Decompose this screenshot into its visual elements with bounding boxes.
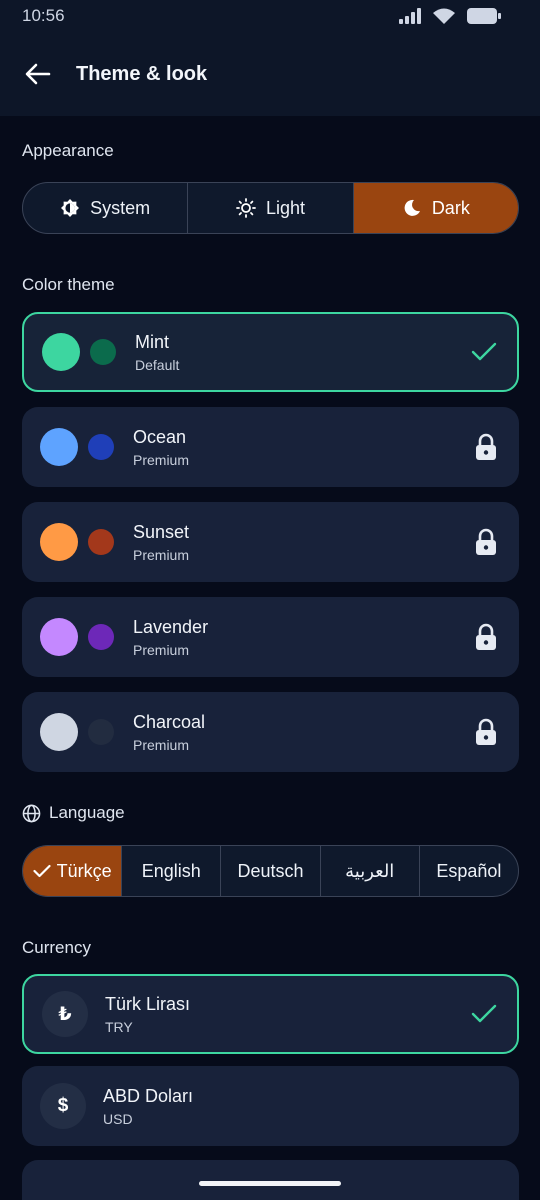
check-icon	[32, 864, 51, 878]
theme-subtitle: Default	[135, 356, 180, 373]
language-label: Türkçe	[56, 860, 112, 881]
theme-card-mint[interactable]: Mint Default	[22, 312, 519, 392]
language-title-row: Language	[22, 803, 125, 823]
appearance-selector: System Light Dark	[22, 182, 519, 234]
wifi-icon	[433, 8, 455, 24]
appearance-option-dark[interactable]: Dark	[353, 183, 518, 233]
theme-name: Sunset	[133, 521, 190, 542]
currency-title: Currency	[22, 938, 91, 957]
theme-secondary-swatch	[88, 434, 114, 460]
theme-subtitle: Premium	[133, 546, 190, 563]
theme-primary-swatch	[40, 618, 78, 656]
currency-card-usd[interactable]: $ ABD Doları USD	[22, 1066, 519, 1146]
language-option-turkish[interactable]: Türkçe	[23, 846, 123, 896]
dollar-sign-icon: $	[40, 1083, 86, 1129]
moon-icon	[404, 199, 420, 216]
theme-name: Mint	[135, 331, 170, 352]
theme-card-charcoal[interactable]: Charcoal Premium	[22, 692, 519, 772]
theme-secondary-swatch	[88, 624, 114, 650]
arrow-left-icon	[25, 63, 51, 85]
lock-icon	[471, 622, 501, 652]
currency-card-try[interactable]: ₺ Türk Lirası TRY	[22, 974, 519, 1054]
theme-subtitle: Premium	[133, 451, 190, 468]
theme-primary-swatch	[40, 523, 78, 561]
language-selector: Türkçe English Deutsch العربية Español	[22, 845, 519, 897]
appearance-option-light[interactable]: Light	[188, 183, 354, 233]
language-label: Español	[436, 860, 502, 881]
theme-secondary-swatch	[90, 339, 116, 365]
app-header: Theme & look	[0, 46, 540, 102]
color-theme-title: Color theme	[22, 275, 115, 294]
currency-name: ABD Doları	[103, 1085, 194, 1106]
language-option-spanish[interactable]: Español	[420, 846, 518, 896]
language-label: English	[141, 860, 201, 881]
lock-icon	[471, 527, 501, 557]
theme-primary-swatch	[40, 713, 78, 751]
back-button[interactable]	[24, 60, 52, 88]
theme-subtitle: Premium	[133, 736, 190, 753]
appearance-label-dark: Dark	[431, 197, 470, 218]
language-label: Deutsch	[237, 860, 304, 881]
theme-primary-swatch	[42, 333, 80, 371]
appearance-label-system: System	[90, 197, 151, 218]
home-indicator[interactable]	[199, 1181, 341, 1186]
lock-icon	[471, 432, 501, 462]
lira-sign-icon: ₺	[42, 991, 88, 1037]
sun-icon	[236, 198, 256, 218]
language-option-arabic[interactable]: العربية	[321, 846, 420, 896]
appearance-label-light: Light	[265, 197, 306, 218]
check-icon	[469, 999, 499, 1029]
theme-secondary-swatch	[88, 529, 114, 555]
theme-name: Charcoal	[133, 711, 206, 732]
appearance-title: Appearance	[22, 141, 114, 160]
theme-name: Lavender	[133, 616, 209, 637]
language-option-english[interactable]: English	[122, 846, 222, 896]
status-bar: 10:56	[0, 0, 540, 32]
signal-icon	[399, 8, 421, 24]
currency-code: TRY	[105, 1018, 133, 1035]
check-icon	[469, 337, 499, 367]
theme-primary-swatch	[40, 428, 78, 466]
lock-icon	[471, 717, 501, 747]
language-option-german[interactable]: Deutsch	[221, 846, 321, 896]
language-label: العربية	[345, 860, 395, 881]
battery-icon	[467, 8, 501, 24]
currency-code: USD	[103, 1110, 133, 1127]
language-title: Language	[49, 803, 125, 822]
currency-name: Türk Lirası	[105, 993, 191, 1014]
theme-card-lavender[interactable]: Lavender Premium	[22, 597, 519, 677]
appearance-option-system[interactable]: System	[23, 183, 189, 233]
status-icons	[398, 7, 502, 25]
theme-card-sunset[interactable]: Sunset Premium	[22, 502, 519, 582]
contrast-icon	[61, 199, 80, 217]
theme-subtitle: Premium	[133, 641, 190, 658]
status-time: 10:56	[22, 6, 65, 25]
theme-name: Ocean	[133, 426, 187, 447]
globe-icon	[22, 804, 41, 822]
currency-card-partial[interactable]	[22, 1160, 519, 1200]
theme-secondary-swatch	[88, 719, 114, 745]
top-bar: 10:56 Theme & look	[0, 0, 540, 116]
page-title: Theme & look	[76, 62, 208, 85]
theme-card-ocean[interactable]: Ocean Premium	[22, 407, 519, 487]
